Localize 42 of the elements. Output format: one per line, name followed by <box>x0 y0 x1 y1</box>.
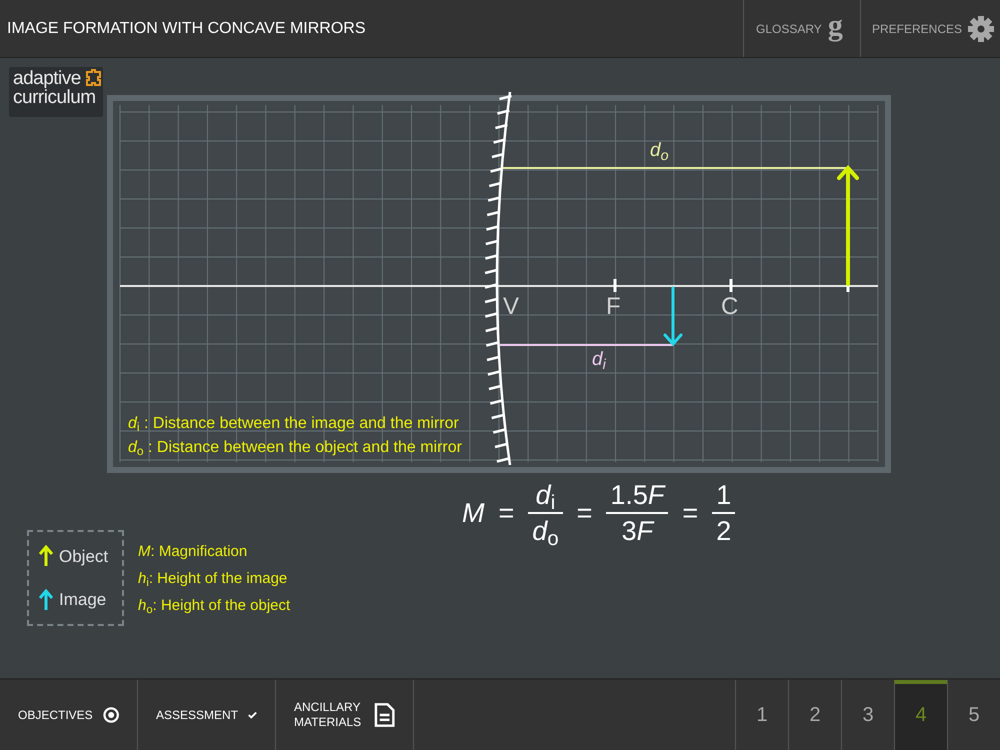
denominator: d$_{o}$ <box>531 515 560 548</box>
page-tab[interactable]: 4 <box>894 680 947 750</box>
page-tab[interactable]: 5 <box>947 680 1000 750</box>
equals-sign: = <box>682 496 698 530</box>
legend-label: Object <box>59 546 108 568</box>
distance-label: d$_{o}$ <box>650 141 669 160</box>
distance-label: d$_{i}$ <box>592 350 606 369</box>
denominator: 3F <box>620 515 656 548</box>
numerator: 1 <box>715 479 732 512</box>
page-title: IMAGE FORMATION WITH CONCAVE MIRRORS <box>6 18 367 38</box>
point-label: F <box>606 295 621 319</box>
settings-icon <box>968 16 994 42</box>
legend-label: Image <box>59 589 106 611</box>
logo-text: adaptive <box>13 69 81 89</box>
symbol-definition: h$_{o}$: Height of the object <box>138 598 290 613</box>
puzzle-icon <box>85 69 102 87</box>
preferences-button[interactable]: PREFERENCES <box>860 0 1000 57</box>
page-tab[interactable]: 2 <box>788 680 841 750</box>
definition-text: d$_{i}$ : Distance between the image and the mirror <box>128 416 459 432</box>
document-icon <box>374 702 395 728</box>
assessment-button[interactable]: ASSESSMENT <box>138 680 276 750</box>
numerator: 1.5F <box>609 479 666 512</box>
materials-button[interactable]: ANCILLARY MATERIALS <box>276 680 414 750</box>
point-label: C <box>721 295 738 319</box>
symbol-definition: h$_{i}$: Height of the image <box>138 571 288 586</box>
definition-text: d$_{o}$ : Distance between the object and the mirror <box>128 440 462 456</box>
point-label: V <box>503 295 520 319</box>
image-arrow <box>664 286 682 346</box>
target-icon <box>102 704 119 726</box>
formula-symbol: M <box>462 496 484 530</box>
glossary-button[interactable]: GLOSSARY g <box>743 0 860 57</box>
symbol-definition: M: Magnification <box>138 544 248 559</box>
denominator: 2 <box>715 515 732 548</box>
objectives-button[interactable]: OBJECTIVES <box>0 680 138 750</box>
page-tab[interactable]: 1 <box>735 680 788 750</box>
glossary-icon: g <box>828 10 843 40</box>
equals-sign: = <box>498 496 514 530</box>
equals-sign: = <box>576 496 592 530</box>
logo-text: curriculum <box>13 88 96 108</box>
numerator: d$_{i}$ <box>534 479 556 512</box>
tick-mark <box>730 279 732 292</box>
tick-mark <box>614 279 616 292</box>
